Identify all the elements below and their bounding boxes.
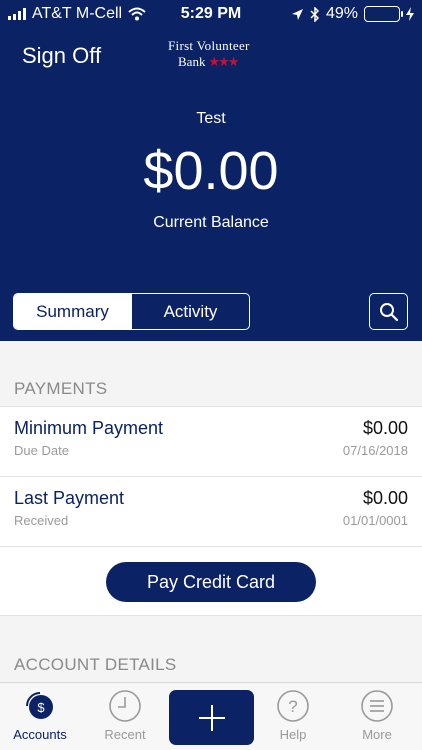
tabbar-label: Help — [279, 727, 307, 742]
tabbar-label: Accounts — [13, 727, 67, 742]
account-name: Test — [196, 110, 226, 127]
content-area: PAYMENTS Minimum Payment Due Date $0.00 … — [0, 341, 422, 682]
row-title: Last Payment — [14, 488, 125, 508]
tab-activity[interactable]: Activity — [131, 294, 249, 329]
status-bar: AT&T M-Cell 5:29 PM 49% — [0, 0, 422, 30]
battery-percent: 49% — [325, 5, 358, 22]
payments-section-title: PAYMENTS — [14, 379, 108, 398]
tabbar-label: More — [362, 727, 392, 742]
tabbar-accounts[interactable]: $ Accounts — [0, 689, 80, 742]
logo-stars: ★★★ — [208, 54, 239, 69]
row-date: 07/16/2018 — [342, 443, 408, 458]
row-amount: $0.00 — [362, 488, 408, 508]
help-icon: ? — [276, 689, 310, 723]
sign-off-button[interactable]: Sign Off — [22, 43, 101, 69]
bluetooth-icon — [310, 6, 320, 22]
svg-text:?: ? — [288, 697, 297, 716]
app-header: Sign Off First Volunteer Bank ★★★ — [0, 30, 422, 90]
menu-icon — [360, 689, 394, 723]
balance-panel: Test $0.00 Current Balance — [0, 90, 422, 286]
status-right: 49% — [291, 5, 414, 23]
tabbar-label: Recent — [104, 727, 146, 742]
account-details-section-title: ACCOUNT DETAILS — [14, 655, 177, 674]
plus-icon — [198, 704, 225, 731]
tabbar-more[interactable]: More — [337, 689, 417, 742]
row-subtitle: Received — [14, 513, 69, 528]
minimum-payment-row[interactable]: Minimum Payment Due Date $0.00 07/16/201… — [0, 406, 422, 476]
bank-logo: First Volunteer Bank ★★★ — [168, 38, 278, 78]
search-icon — [379, 302, 398, 321]
add-button[interactable] — [169, 690, 254, 745]
charging-icon — [406, 7, 414, 21]
segment-bar: Summary Activity — [0, 286, 422, 341]
tabbar-recent[interactable]: Recent — [85, 689, 165, 742]
last-payment-row[interactable]: Last Payment Received $0.00 01/01/0001 — [0, 476, 422, 546]
search-button[interactable] — [369, 293, 408, 330]
tabbar-help[interactable]: ? Help — [253, 689, 333, 742]
segmented-control: Summary Activity — [13, 293, 250, 330]
tab-summary[interactable]: Summary — [14, 294, 131, 329]
logo-line-1: First Volunteer — [168, 38, 250, 53]
balance-label: Current Balance — [153, 214, 269, 231]
battery-icon — [364, 6, 403, 22]
clock-icon — [108, 689, 142, 723]
svg-text:$: $ — [37, 700, 45, 715]
row-title: Minimum Payment — [14, 418, 164, 438]
logo-line-2: Bank ★★★ — [178, 54, 239, 69]
row-date: 01/01/0001 — [342, 513, 408, 528]
bottom-tab-bar: $ Accounts Recent ? Help More — [0, 682, 422, 750]
pay-button-area: Pay Credit Card — [0, 546, 422, 616]
location-icon — [291, 8, 303, 20]
balance-amount: $0.00 — [143, 141, 279, 201]
pay-credit-card-button[interactable]: Pay Credit Card — [106, 562, 316, 602]
row-amount: $0.00 — [362, 418, 408, 438]
row-subtitle: Due Date — [14, 443, 69, 458]
dollar-icon: $ — [23, 689, 57, 723]
